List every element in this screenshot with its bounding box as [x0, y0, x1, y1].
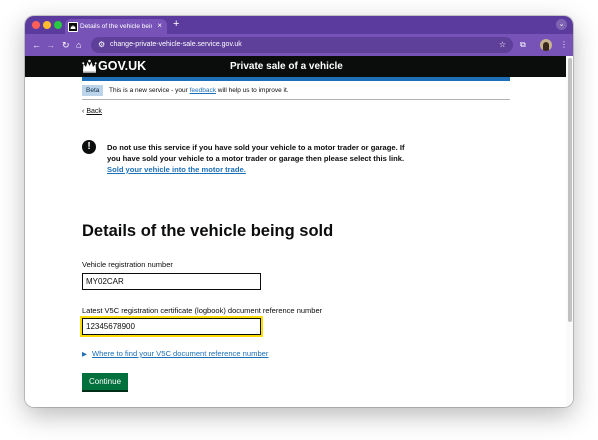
site-settings-icon[interactable]: ⚙ [98, 39, 105, 51]
back-arrow-icon[interactable]: ← [32, 39, 41, 51]
address-bar[interactable]: ⚙ change-private-vehicle-sale.service.go… [91, 37, 513, 53]
minimize-window-button[interactable] [43, 21, 51, 29]
close-window-button[interactable] [32, 21, 40, 29]
govuk-header: GOV.UK Private sale of a vehicle [25, 56, 566, 77]
phase-banner-text: This is a new service - your feedback wi… [109, 85, 289, 96]
back-link-label[interactable]: Back [86, 108, 102, 115]
back-link[interactable]: ‹ Back [82, 107, 102, 117]
home-icon[interactable]: ⌂ [76, 39, 81, 51]
phase-banner: Beta This is a new service - your feedba… [82, 84, 510, 100]
govuk-favicon-icon [68, 22, 78, 32]
continue-button[interactable]: Continue [82, 373, 129, 390]
page-scrollbar[interactable] [566, 56, 573, 407]
scrollbar-thumb[interactable] [568, 58, 572, 322]
tab-search-icon[interactable]: ⌄ [556, 19, 567, 30]
page-viewport: GOV.UK Private sale of a vehicle Beta Th… [25, 56, 566, 407]
v5c-label: Latest V5C registration certificate (log… [82, 306, 323, 315]
page-title: Details of the vehicle being sold [82, 222, 334, 240]
url-text[interactable]: change-private-vehicle-sale.service.gov.… [110, 39, 242, 51]
forward-arrow-icon[interactable]: → [46, 39, 55, 51]
disclosure-triangle-icon: ▶ [82, 351, 87, 358]
v5c-help-summary[interactable]: Where to find your V5C document referenc… [92, 349, 268, 358]
phase-text-after: will help us to improve it. [215, 87, 289, 94]
new-tab-button[interactable]: + [173, 18, 179, 30]
warning-message: Do not use this service if you have sold… [107, 143, 405, 163]
zoom-window-button[interactable] [54, 21, 62, 29]
more-menu-icon[interactable]: ⋮ [560, 39, 568, 51]
feedback-link[interactable]: feedback [190, 87, 216, 94]
warning-text: Do not use this service if you have sold… [107, 143, 407, 175]
motor-trade-link[interactable]: Sold your vehicle into the motor trade. [107, 165, 246, 174]
header-blue-bar [82, 77, 510, 81]
tab-strip: Details of the vehicle being s × + ⌄ [25, 16, 573, 34]
v5c-help-details[interactable]: ▶ Where to find your V5C document referen… [82, 349, 268, 360]
extensions-icon[interactable]: ⧉ [520, 39, 526, 51]
beta-tag: Beta [82, 85, 104, 96]
tab-title: Details of the vehicle being s [80, 23, 152, 30]
crown-icon [82, 59, 97, 73]
reload-icon[interactable]: ↻ [62, 39, 70, 51]
browser-tab[interactable]: Details of the vehicle being s × [65, 19, 167, 34]
bookmark-star-icon[interactable]: ☆ [499, 39, 506, 51]
browser-toolbar: ← → ↻ ⌂ ⚙ change-private-vehicle-sale.se… [25, 34, 573, 56]
profile-avatar[interactable] [540, 39, 552, 51]
chevron-left-icon: ‹ [82, 108, 85, 115]
warning-icon: ! [82, 140, 96, 154]
govuk-logo[interactable]: GOV.UK [98, 58, 146, 74]
registration-input[interactable] [82, 273, 261, 290]
phase-text-before: This is a new service - your [109, 87, 190, 94]
service-name[interactable]: Private sale of a vehicle [230, 60, 343, 74]
v5c-reference-input[interactable] [80, 316, 263, 337]
browser-window: Details of the vehicle being s × + ⌄ ← →… [25, 16, 573, 407]
tab-close-icon[interactable]: × [157, 21, 162, 31]
registration-label: Vehicle registration number [82, 260, 173, 269]
